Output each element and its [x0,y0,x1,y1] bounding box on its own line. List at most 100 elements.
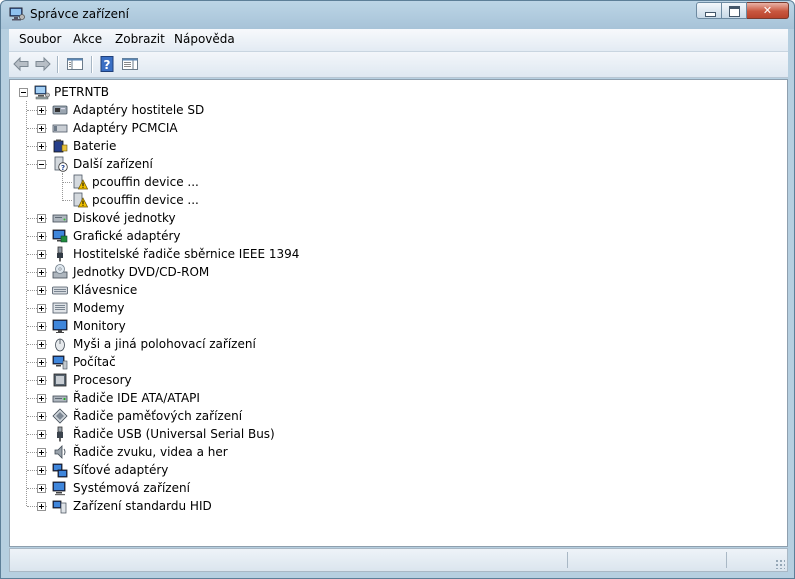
tree-category[interactable]: Diskové jednotky [10,209,410,227]
title-bar[interactable]: Správce zařízení ✕ [1,1,794,28]
ieee1394-icon [57,246,63,262]
collapse-icon[interactable] [19,88,28,97]
tree-category[interactable]: ? Další zařízení [10,155,410,173]
expand-icon[interactable] [37,502,46,511]
svg-text:?: ? [104,58,111,72]
pc-icon [52,355,68,370]
device-tree[interactable]: PETRNTB Adaptéry hostitele SD Adaptéry PC… [9,79,788,547]
tree-category[interactable]: Síťové adaptéry [10,461,410,479]
tree-connector [63,182,72,183]
tree-category[interactable]: Jednotky DVD/CD-ROM [10,263,410,281]
menu-napoveda[interactable]: Nápověda [174,32,235,46]
tree-category-label: Procesory [73,373,132,387]
tree-category[interactable]: Zařízení standardu HID [10,497,410,515]
expand-icon[interactable] [37,394,46,403]
tree-device[interactable]: pcouffin device ... [10,173,410,191]
toolbar-separator [91,56,93,73]
minimize-icon [705,12,716,17]
tree-category[interactable]: Počítač [10,353,410,371]
tree-category-label: Diskové jednotky [73,211,176,225]
tree-category[interactable]: Klávesnice [10,281,410,299]
tree-category[interactable]: Procesory [10,371,410,389]
forward-arrow-icon[interactable] [34,55,52,73]
menu-soubor[interactable]: Soubor [19,32,61,46]
expand-icon[interactable] [37,376,46,385]
expand-icon[interactable] [37,250,46,259]
expand-icon[interactable] [37,214,46,223]
device-manager-window: Správce zařízení ✕ Soubor Akce Zobrazit … [0,0,795,579]
properties-icon[interactable] [121,55,139,73]
back-arrow-icon[interactable] [12,55,30,73]
tree-category[interactable]: Grafické adaptéry [10,227,410,245]
expand-icon[interactable] [37,484,46,493]
close-icon: ✕ [762,4,773,17]
tree-device-label: pcouffin device ... [92,175,199,189]
tree-category-label: Modemy [73,301,125,315]
tree-category[interactable]: Baterie [10,137,410,155]
tree-root[interactable]: PETRNTB [10,83,310,101]
tree-category[interactable]: Řadiče USB (Universal Serial Bus) [10,425,410,443]
tree-category[interactable]: Monitory [10,317,410,335]
toolbar-separator [57,56,59,73]
tree-device-label: pcouffin device ... [92,193,199,207]
tree-category[interactable]: Hostitelské řadiče sběrnice IEEE 1394 [10,245,410,263]
tree-category-label: Řadiče zvuku, videa a her [73,445,228,459]
expand-icon[interactable] [37,322,46,331]
tree-category-label: Myši a jiná polohovací zařízení [73,337,256,351]
expand-icon[interactable] [37,106,46,115]
modem-icon [52,302,68,314]
tree-category-label: Řadiče IDE ATA/ATAPI [73,391,200,405]
display-adapter-icon [52,229,68,243]
processor-icon [53,373,67,387]
show-hide-tree-icon[interactable] [66,55,84,73]
help-icon[interactable]: ? [98,55,116,73]
tree-category-label: Monitory [73,319,126,333]
computer-icon [34,85,50,100]
tree-category[interactable]: Adaptéry PCMCIA [10,119,410,137]
expand-icon[interactable] [37,340,46,349]
unknown-device-icon: ? [54,156,68,172]
expand-icon[interactable] [37,412,46,421]
menu-zobrazit[interactable]: Zobrazit [115,32,165,46]
tree-category[interactable]: Řadiče IDE ATA/ATAPI [10,389,410,407]
expand-icon[interactable] [37,142,46,151]
tree-category-label: Síťové adaptéry [73,463,169,477]
tree-root-label: PETRNTB [54,85,110,99]
expand-icon[interactable] [37,358,46,367]
device-manager-icon [9,7,25,21]
tree-device[interactable]: pcouffin device ... [10,191,410,209]
dvd-drive-icon [52,264,68,279]
expand-icon[interactable] [37,466,46,475]
tree-category[interactable]: Řadiče paměťových zařízení [10,407,410,425]
toolbar: ? [9,52,788,78]
tree-category-label: Adaptéry hostitele SD [73,103,205,117]
tree-category[interactable]: Adaptéry hostitele SD [10,101,410,119]
expand-icon[interactable] [37,286,46,295]
tree-category[interactable]: Myši a jiná polohovací zařízení [10,335,410,353]
expand-icon[interactable] [37,268,46,277]
window-title: Správce zařízení [30,7,129,21]
close-button[interactable]: ✕ [747,2,789,19]
usb-icon [57,426,63,442]
tree-category-label: Počítač [73,355,116,369]
pcmcia-icon [52,124,68,133]
tree-category-label: Zařízení standardu HID [73,499,212,513]
expand-icon[interactable] [37,124,46,133]
expand-icon[interactable] [37,448,46,457]
tree-category[interactable]: Řadiče zvuku, videa a her [10,443,410,461]
resize-grip[interactable] [775,559,785,569]
expand-icon[interactable] [37,304,46,313]
battery-icon [53,139,68,153]
tree-category[interactable]: Systémová zařízení [10,479,410,497]
expand-icon[interactable] [37,430,46,439]
mouse-icon [55,338,65,352]
maximize-button[interactable] [722,2,747,19]
minimize-button[interactable] [696,2,722,19]
tree-category[interactable]: Modemy [10,299,410,317]
tree-category-label: Řadiče paměťových zařízení [73,409,243,423]
menu-akce[interactable]: Akce [73,32,102,46]
tree-category-label: Adaptéry PCMCIA [73,121,178,135]
expand-icon[interactable] [37,232,46,241]
collapse-icon[interactable] [37,160,46,169]
warning-device-icon [73,192,88,208]
